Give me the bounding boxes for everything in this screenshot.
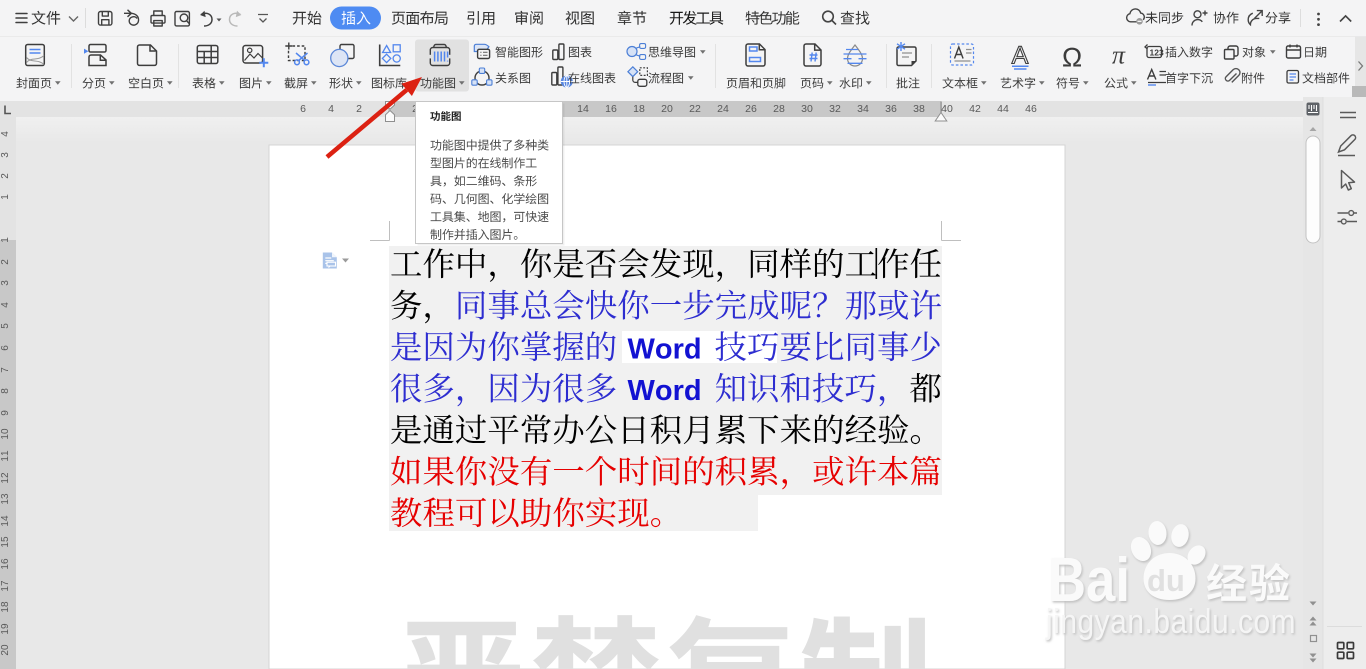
svg-text:14: 14 <box>577 103 589 115</box>
svg-text:40: 40 <box>941 103 953 115</box>
svg-text:24: 24 <box>717 103 729 115</box>
svg-text:Word: Word <box>628 334 702 366</box>
svg-text:8: 8 <box>0 388 11 394</box>
svg-text:12: 12 <box>0 472 11 484</box>
svg-text:5: 5 <box>0 323 11 329</box>
svg-text:jingyan.baidu.com: jingyan.baidu.com <box>1045 602 1296 640</box>
svg-text:Word: Word <box>628 375 702 407</box>
svg-text:16: 16 <box>605 103 617 115</box>
svg-text:14: 14 <box>0 515 11 527</box>
svg-text:7: 7 <box>0 367 11 373</box>
svg-text:28: 28 <box>773 103 785 115</box>
svg-text:6: 6 <box>0 345 11 351</box>
svg-text:36: 36 <box>885 103 897 115</box>
svg-text:32: 32 <box>829 103 841 115</box>
svg-text:11: 11 <box>0 450 11 462</box>
svg-text:3: 3 <box>0 280 11 286</box>
svg-text:22: 22 <box>689 103 701 115</box>
svg-text:18: 18 <box>0 601 11 613</box>
svg-text:20: 20 <box>0 644 11 656</box>
svg-text:4: 4 <box>0 302 11 308</box>
svg-text:4: 4 <box>328 103 334 115</box>
svg-text:2: 2 <box>0 173 11 179</box>
svg-text:2: 2 <box>356 103 362 115</box>
svg-text:10: 10 <box>0 428 11 440</box>
svg-text:46: 46 <box>1025 103 1037 115</box>
svg-text:3: 3 <box>0 152 11 158</box>
svg-text:42: 42 <box>969 103 981 115</box>
svg-text:15: 15 <box>0 536 11 548</box>
svg-text:19: 19 <box>0 623 11 635</box>
svg-text:34: 34 <box>857 103 869 115</box>
svg-text:du: du <box>1147 563 1185 598</box>
svg-text:9: 9 <box>0 410 11 416</box>
svg-text:13: 13 <box>0 493 11 505</box>
svg-text:26: 26 <box>745 103 757 115</box>
svg-text:2: 2 <box>0 259 11 265</box>
svg-text:1: 1 <box>0 194 11 200</box>
svg-text:4: 4 <box>0 131 11 137</box>
svg-text:44: 44 <box>997 103 1009 115</box>
svg-text:30: 30 <box>801 103 813 115</box>
svg-text:38: 38 <box>913 103 925 115</box>
svg-text:16: 16 <box>0 558 11 570</box>
svg-text:20: 20 <box>661 103 673 115</box>
svg-text:1: 1 <box>0 237 11 243</box>
svg-text:17: 17 <box>0 580 11 592</box>
svg-text:123: 123 <box>1150 48 1164 58</box>
svg-text:18: 18 <box>633 103 645 115</box>
svg-text:6: 6 <box>300 103 306 115</box>
